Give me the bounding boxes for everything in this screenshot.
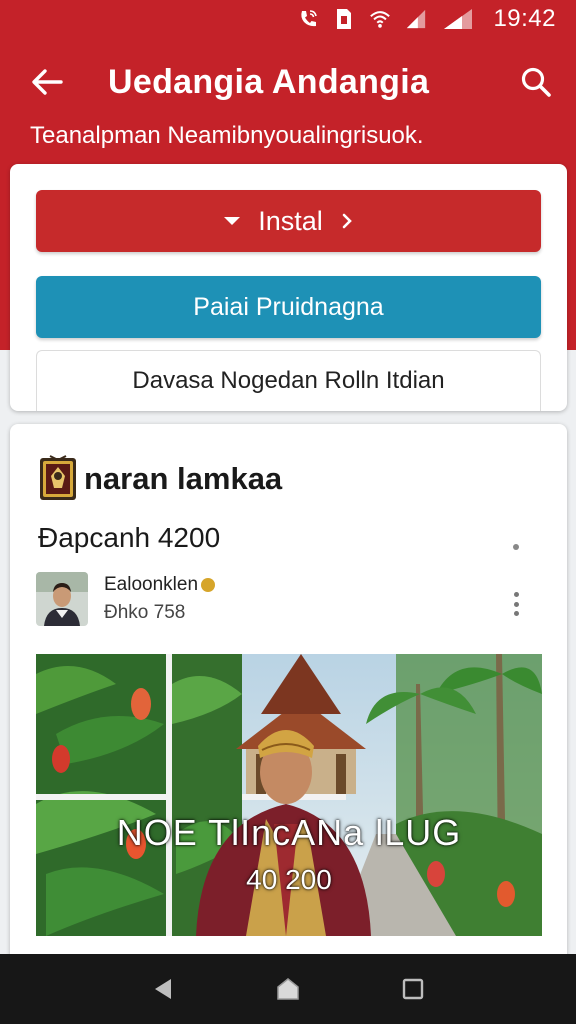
author-row[interactable]: Ealoonklen Đhko 758 bbox=[36, 572, 216, 626]
post-card: naran lamkaa Đapcanh 4200 Ealoonklen Đhk… bbox=[10, 424, 567, 964]
status-time: 19:42 bbox=[493, 5, 556, 32]
nav-back-icon[interactable] bbox=[143, 969, 183, 1009]
more-options-icon[interactable] bbox=[510, 592, 522, 616]
avatar[interactable] bbox=[36, 572, 88, 626]
verified-badge-icon bbox=[201, 578, 216, 592]
page-title: Uedangia Andangia bbox=[108, 62, 430, 101]
author-name-label: Ealoonklen bbox=[104, 574, 199, 595]
signal-icon bbox=[405, 8, 427, 30]
actions-card: Instal Paiai Pruidnagna Davasa Nogedan R… bbox=[10, 164, 567, 411]
nav-recents-icon[interactable] bbox=[393, 969, 433, 1009]
status-bar: 19:42 bbox=[0, 0, 576, 38]
phone-wifi-icon bbox=[297, 8, 319, 30]
arrow-left-icon[interactable] bbox=[24, 59, 70, 105]
author-meta: Đhko 758 bbox=[104, 602, 186, 623]
caret-down-icon bbox=[224, 217, 241, 225]
post-title: naran lamkaa bbox=[84, 461, 283, 496]
system-nav-bar bbox=[0, 954, 576, 1024]
outline-button[interactable]: Davasa Nogedan Rolln Itdian bbox=[36, 350, 541, 411]
install-button[interactable]: Instal bbox=[36, 190, 541, 252]
chevron-right-icon bbox=[341, 206, 353, 237]
sim-icon bbox=[333, 8, 355, 30]
search-icon[interactable] bbox=[516, 62, 556, 102]
header-subtitle: Teanalpman Neamibnyoualingrisuok. bbox=[30, 122, 424, 149]
post-subtitle: Đapcanh 4200 bbox=[38, 522, 221, 553]
more-dot-icon[interactable] bbox=[513, 544, 519, 550]
install-button-label: Instal bbox=[258, 205, 323, 236]
wifi-icon bbox=[369, 8, 391, 30]
app-bar: Uedangia Andangia bbox=[0, 50, 576, 114]
secondary-button[interactable]: Paiai Pruidnagna bbox=[36, 276, 541, 338]
author-name: Ealoonklen bbox=[104, 574, 216, 596]
image-caption-sub: 40 200 bbox=[246, 864, 332, 895]
crest-logo-icon bbox=[38, 454, 78, 504]
signal-icon bbox=[441, 8, 475, 30]
post-header: naran lamkaa bbox=[38, 454, 282, 504]
author-text: Ealoonklen Đhko 758 bbox=[104, 574, 216, 624]
nav-home-icon[interactable] bbox=[268, 969, 308, 1009]
image-caption: NOE TlIncANa lLUG bbox=[116, 812, 462, 853]
post-image[interactable]: NOE TlIncANa lLUG 40 200 bbox=[36, 654, 542, 936]
